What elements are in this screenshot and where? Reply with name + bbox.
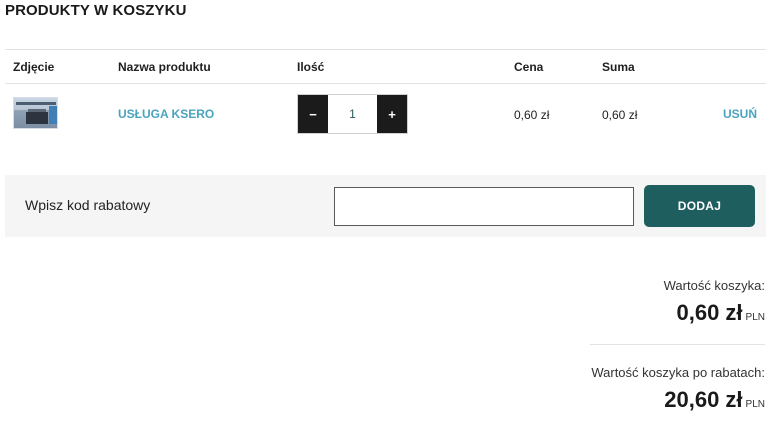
thumbnail-shelf <box>16 102 56 105</box>
table-row: USŁUGA KSERO − + 0,60 zł 0,60 zł USUŃ <box>5 84 766 144</box>
after-discount-value-row: 20,60 zł PLN <box>565 387 765 413</box>
remove-button[interactable]: USUŃ <box>723 107 757 121</box>
discount-label: Wpisz kod rabatowy <box>25 197 151 213</box>
cart-total-currency: PLN <box>745 312 765 323</box>
qty-plus-button[interactable]: + <box>377 95 407 133</box>
cart-total-after-discount: Wartość koszyka po rabatach: 20,60 zł PLN <box>565 365 765 413</box>
after-discount-currency: PLN <box>745 399 765 410</box>
qty-minus-button[interactable]: − <box>298 95 328 133</box>
discount-section: Wpisz kod rabatowy DODAJ <box>5 175 766 237</box>
cart-total-value: 0,60 zł <box>676 300 743 325</box>
table-header: Zdjęcie Nazwa produktu Ilość Cena Suma <box>5 49 766 84</box>
unit-price: 0,60 zł <box>514 108 550 122</box>
row-sum: 0,60 zł <box>602 108 638 122</box>
cart-table: Zdjęcie Nazwa produktu Ilość Cena Suma U… <box>5 49 766 144</box>
after-discount-value: 20,60 zł <box>664 387 743 412</box>
header-price: Cena <box>514 60 544 74</box>
header-sum: Suma <box>602 60 635 74</box>
header-photo: Zdjęcie <box>13 60 55 74</box>
product-name-link[interactable]: USŁUGA KSERO <box>118 107 214 121</box>
totals-divider <box>590 344 765 345</box>
cart-total: Wartość koszyka: 0,60 zł PLN <box>585 278 765 326</box>
quantity-stepper: − + <box>297 94 408 134</box>
cart-total-value-row: 0,60 zł PLN <box>585 300 766 326</box>
after-discount-label: Wartość koszyka po rabatach: <box>591 365 765 380</box>
header-name: Nazwa produktu <box>118 60 211 74</box>
page-title: PRODUKTY W KOSZYKU <box>5 2 187 19</box>
thumbnail-copier <box>26 112 48 124</box>
thumbnail-side-unit <box>49 106 57 124</box>
cart-page: PRODUKTY W KOSZYKU Zdjęcie Nazwa produkt… <box>0 0 773 421</box>
cart-total-label: Wartość koszyka: <box>663 278 765 293</box>
discount-code-input[interactable] <box>334 187 634 226</box>
qty-input[interactable] <box>328 95 377 133</box>
header-qty: Ilość <box>297 60 325 74</box>
add-discount-button[interactable]: DODAJ <box>644 185 755 227</box>
product-thumbnail[interactable] <box>13 97 58 129</box>
